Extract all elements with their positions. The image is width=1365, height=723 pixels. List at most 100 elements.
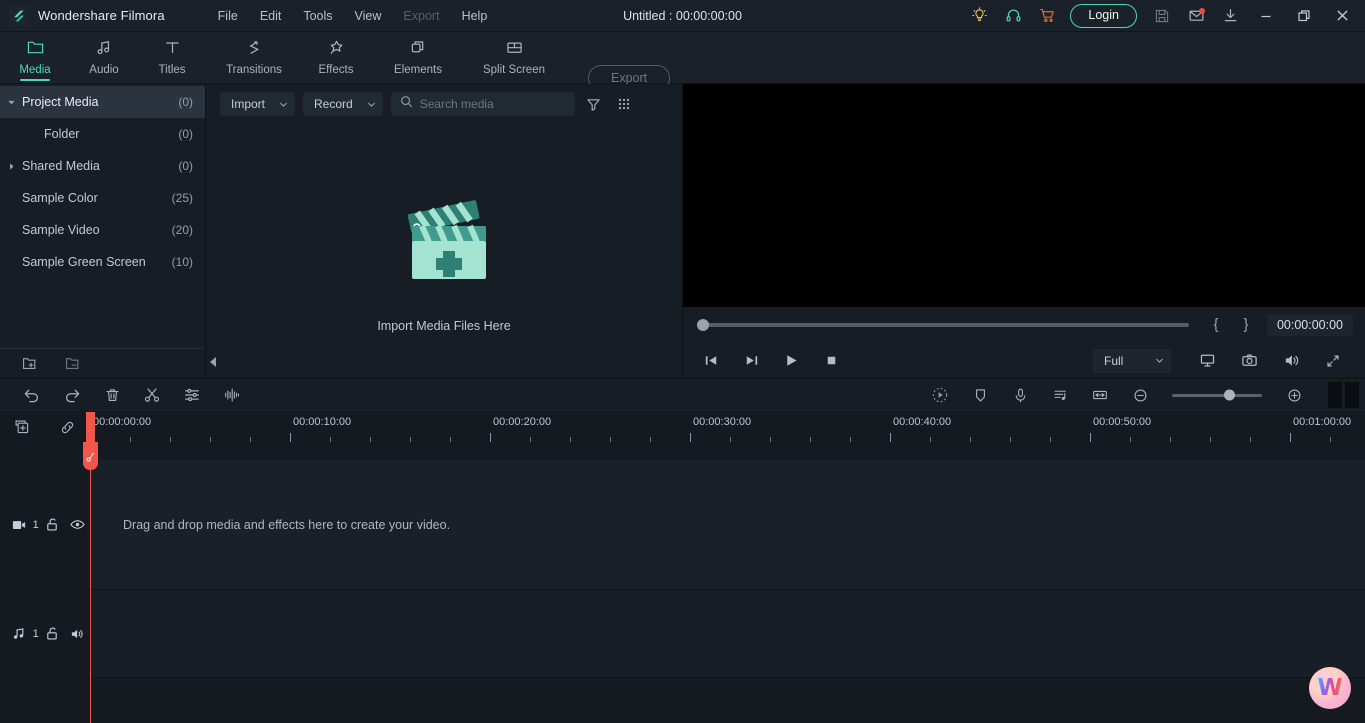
video-track-lane[interactable]: Drag and drop media and effects here to … xyxy=(90,460,1365,589)
next-frame-button[interactable] xyxy=(731,343,771,379)
preview-timecode[interactable]: 00:00:00:00 xyxy=(1266,313,1353,336)
sidebar-item-folder[interactable]: Folder (0) xyxy=(0,118,205,150)
audio-track-lane[interactable] xyxy=(90,590,1365,677)
shopping-cart-icon[interactable] xyxy=(1030,0,1064,32)
sidebar-item-sample-video[interactable]: Sample Video (20) xyxy=(0,214,205,246)
menu-help[interactable]: Help xyxy=(451,5,499,27)
ruler-minor-tick xyxy=(1250,437,1251,442)
timeline-zoom-slider[interactable] xyxy=(1172,389,1262,401)
tab-elements[interactable]: Elements xyxy=(370,32,466,84)
eye-visible-icon[interactable] xyxy=(64,518,90,531)
timeline-area: 00:00:00:00 00:00:10:00 00:00:20:00 00:00:3… xyxy=(0,412,1365,723)
scrubber-handle[interactable] xyxy=(697,318,709,331)
video-preview-stage[interactable] xyxy=(683,84,1365,307)
new-folder-icon[interactable] xyxy=(22,356,39,371)
mark-out-button[interactable]: } xyxy=(1231,316,1261,333)
maximize-icon[interactable] xyxy=(1285,0,1323,32)
timeline-thumbnail-toggle[interactable] xyxy=(1328,382,1359,408)
minimize-icon[interactable] xyxy=(1247,0,1285,32)
sidebar-item-project-media[interactable]: Project Media (0) xyxy=(0,86,205,118)
import-label: Import xyxy=(231,97,266,111)
thumbnail-block xyxy=(1328,382,1342,408)
screenshot-button[interactable] xyxy=(1229,343,1269,379)
close-icon[interactable] xyxy=(1323,0,1361,32)
headphones-support-icon[interactable] xyxy=(996,0,1030,32)
playback-scrubber[interactable] xyxy=(697,318,1189,331)
marker-button[interactable] xyxy=(960,378,1000,412)
quality-label: Full xyxy=(1104,353,1124,368)
zoom-in-icon[interactable] xyxy=(1274,378,1314,412)
login-button[interactable]: Login xyxy=(1070,3,1137,28)
tab-media[interactable]: Media xyxy=(0,32,70,84)
add-track-button[interactable] xyxy=(0,412,45,442)
adjust-settings-button[interactable] xyxy=(172,378,212,412)
timeline-drop-hint: Drag and drop media and effects here to … xyxy=(123,517,451,532)
tab-media-label: Media xyxy=(19,64,51,76)
lock-open-icon[interactable] xyxy=(39,626,65,641)
tab-audio[interactable]: Audio xyxy=(70,32,138,84)
ruler-minor-tick xyxy=(570,437,571,442)
chevron-down-icon[interactable] xyxy=(0,98,22,107)
zoom-slider-handle[interactable] xyxy=(1224,389,1235,401)
record-dropdown-button[interactable]: Record xyxy=(303,92,383,116)
search-media-box[interactable] xyxy=(390,92,575,116)
delete-button[interactable] xyxy=(92,378,132,412)
chevron-right-icon[interactable] xyxy=(0,162,22,171)
play-button[interactable] xyxy=(771,343,811,379)
video-track-header: 1 xyxy=(0,460,90,589)
timeline-ruler[interactable]: 00:00:00:00 00:00:10:00 00:00:20:00 00:00:3… xyxy=(90,412,1365,442)
menu-view[interactable]: View xyxy=(344,5,393,27)
import-dropdown-button[interactable]: Import xyxy=(220,92,296,116)
sidebar-item-sample-green-screen[interactable]: Sample Green Screen (10) xyxy=(0,246,205,278)
fullscreen-button[interactable] xyxy=(1313,343,1353,379)
audio-detach-button[interactable] xyxy=(1040,378,1080,412)
playback-controls-bar: Full xyxy=(683,342,1365,378)
collapse-panel-arrow-icon[interactable] xyxy=(210,356,216,367)
sidebar-item-shared-media[interactable]: Shared Media (0) xyxy=(0,150,205,182)
sidebar-item-sample-color[interactable]: Sample Color (25) xyxy=(0,182,205,214)
preview-quality-dropdown[interactable]: Full xyxy=(1093,348,1171,373)
grid-view-icon[interactable] xyxy=(613,92,635,116)
lock-open-icon[interactable] xyxy=(39,517,65,532)
filter-funnel-icon[interactable] xyxy=(583,92,605,116)
ruler-time-label: 00:00:30:00 xyxy=(693,416,752,428)
link-clips-button[interactable] xyxy=(45,412,90,442)
tab-split-screen[interactable]: Split Screen xyxy=(466,32,562,84)
audio-mixer-button[interactable] xyxy=(212,378,252,412)
menu-tools[interactable]: Tools xyxy=(292,5,343,27)
previous-frame-button[interactable] xyxy=(691,343,731,379)
download-icon[interactable] xyxy=(1213,0,1247,32)
watermark-letter: W xyxy=(1317,674,1343,701)
undo-button[interactable] xyxy=(12,378,52,412)
ruler-minor-tick xyxy=(610,437,611,442)
search-input[interactable] xyxy=(419,97,566,111)
record-voiceover-button[interactable] xyxy=(1000,378,1040,412)
mail-inbox-icon[interactable] xyxy=(1179,0,1213,32)
tab-effects[interactable]: Effects xyxy=(302,32,370,84)
volume-button[interactable] xyxy=(1271,343,1311,379)
ruler-time-label: 00:00:20:00 xyxy=(493,416,552,428)
save-project-icon[interactable] xyxy=(1145,0,1179,32)
media-sidebar: Project Media (0) Folder (0) Shared Medi… xyxy=(0,84,206,378)
render-preview-button[interactable] xyxy=(920,378,960,412)
mark-in-button[interactable]: { xyxy=(1201,316,1231,333)
fit-timeline-button[interactable] xyxy=(1080,378,1120,412)
remove-folder-icon[interactable] xyxy=(65,356,82,371)
thumbnail-block xyxy=(1345,382,1359,408)
chevron-down-icon xyxy=(1156,358,1163,363)
split-button[interactable] xyxy=(132,378,172,412)
stop-button[interactable] xyxy=(811,343,851,379)
tab-titles[interactable]: Titles xyxy=(138,32,206,84)
filmora-logo-icon xyxy=(9,5,29,26)
zoom-out-icon[interactable] xyxy=(1120,378,1160,412)
snapshot-to-timeline-button[interactable] xyxy=(1187,343,1227,379)
redo-button[interactable] xyxy=(52,378,92,412)
text-title-icon xyxy=(163,39,182,61)
lightbulb-tips-icon[interactable] xyxy=(962,0,996,32)
speaker-icon[interactable] xyxy=(64,627,90,641)
menu-edit[interactable]: Edit xyxy=(249,5,293,27)
media-dropzone[interactable]: Import Media Files Here xyxy=(206,121,682,378)
menu-file[interactable]: File xyxy=(207,5,249,27)
tab-transitions[interactable]: Transitions xyxy=(206,32,302,84)
menu-bar: File Edit Tools View Export Help xyxy=(207,5,499,27)
